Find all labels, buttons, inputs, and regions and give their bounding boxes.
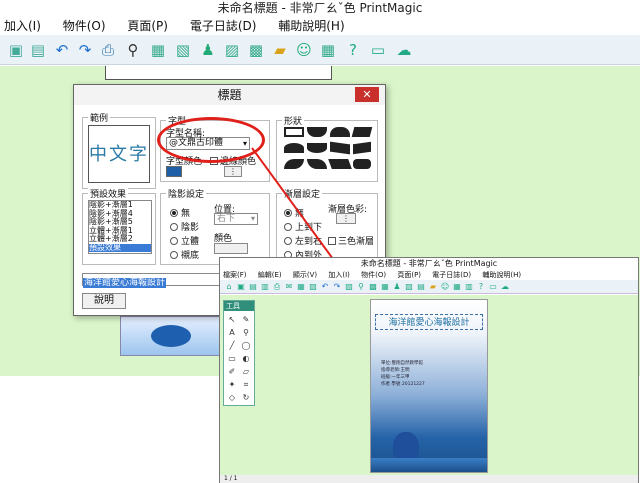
fill-icon[interactable]: ◐ <box>241 354 251 364</box>
save-icon[interactable]: ▥ <box>260 282 270 292</box>
paste-icon[interactable]: ▧ <box>308 282 318 292</box>
ellipse-icon[interactable]: ◯ <box>241 341 251 351</box>
table-icon[interactable]: ▤ <box>416 282 426 292</box>
eraser-icon[interactable]: ▱ <box>241 367 251 377</box>
poster-page[interactable]: 海洋館愛心海報設計 單位:豐翔自然教學館 指導老師:王明 班級:一年三甲 作者 … <box>370 299 488 473</box>
grid-icon[interactable]: ▦ <box>452 282 462 292</box>
chart-icon[interactable]: ▥ <box>464 282 474 292</box>
frame-icon[interactable]: ▦ <box>380 282 390 292</box>
open-icon[interactable]: ▤ <box>248 282 258 292</box>
photo-icon[interactable]: ▧ <box>404 282 414 292</box>
result-menu-edit[interactable]: 編輯(E) <box>258 271 282 279</box>
new-icon[interactable]: ▣ <box>236 282 246 292</box>
line-icon[interactable]: ╱ <box>227 341 237 351</box>
undo-icon[interactable]: ↶ <box>320 282 330 292</box>
result-menubar: 檔案(F) 編輯(E) 顯示(V) 加入(I) 物件(O) 頁面(P) 電子日誌… <box>220 270 638 280</box>
poster-line: 作者 學號 20121227 <box>381 382 425 387</box>
copy-icon[interactable]: ▦ <box>296 282 306 292</box>
cloud-icon[interactable]: ☁ <box>500 282 510 292</box>
monitor-icon[interactable]: ▭ <box>488 282 498 292</box>
result-menu-insert[interactable]: 加入(I) <box>328 271 350 279</box>
brush-icon[interactable]: ✐ <box>227 367 237 377</box>
rotate-icon[interactable]: ↻ <box>241 393 251 403</box>
result-menu-object[interactable]: 物件(O) <box>361 271 386 279</box>
folder-icon[interactable]: ▰ <box>428 282 438 292</box>
user-icon[interactable]: ☺ <box>440 282 450 292</box>
poster-title[interactable]: 海洋館愛心海報設計 <box>375 314 483 330</box>
help-icon[interactable]: ? <box>476 282 486 292</box>
result-menu-page[interactable]: 頁面(P) <box>397 271 421 279</box>
result-menu-file[interactable]: 檔案(F) <box>223 271 247 279</box>
picture-icon[interactable]: ▨ <box>344 282 354 292</box>
mail-icon[interactable]: ✉ <box>284 282 294 292</box>
shape-icon[interactable]: ◇ <box>227 393 237 403</box>
tool-panel-title: 工具 <box>224 301 254 311</box>
result-status-bar: 1 / 1 <box>220 475 638 483</box>
zoom-icon[interactable]: ⚲ <box>241 328 251 338</box>
result-menu-view[interactable]: 顯示(V) <box>293 271 317 279</box>
tool-panel: 工具 ↖ ✎ A ⚲ ╱ ◯ ▭ ◐ ✐ ▱ ✦ ⌗ ◇ ↻ <box>223 300 255 406</box>
person-icon[interactable]: ♟ <box>392 282 402 292</box>
wave-illustration <box>371 458 487 472</box>
result-window: 未命名標題 - 非常ㄏㄠˇ色 PrintMagic 檔案(F) 編輯(E) 顯示… <box>219 257 639 483</box>
page-indicator: 1 / 1 <box>224 475 238 482</box>
rect-icon[interactable]: ▭ <box>227 354 237 364</box>
redo-icon[interactable]: ↷ <box>332 282 342 292</box>
pencil-icon[interactable]: ✎ <box>241 315 251 325</box>
pointer-icon[interactable]: ↖ <box>227 315 237 325</box>
home-icon[interactable]: ⌂ <box>224 282 234 292</box>
poster-line: 班級:一年三甲 <box>381 375 410 380</box>
stamp-icon[interactable]: ✦ <box>227 380 237 390</box>
poster-line: 單位:豐翔自然教學館 <box>381 361 424 366</box>
image-icon[interactable]: ▩ <box>368 282 378 292</box>
text-icon[interactable]: A <box>227 328 237 338</box>
print-icon[interactable]: ⎙ <box>272 282 282 292</box>
crop-icon[interactable]: ⌗ <box>241 380 251 390</box>
poster-line: 指導老師:王明 <box>381 368 410 373</box>
result-menu-help[interactable]: 輔助說明(H) <box>482 271 521 279</box>
result-window-title: 未命名標題 - 非常ㄏㄠˇ色 PrintMagic <box>360 259 498 268</box>
result-menu-journal[interactable]: 電子日誌(D) <box>432 271 471 279</box>
search-icon[interactable]: ⚲ <box>356 282 366 292</box>
result-toolbar: ⌂ ▣ ▤ ▥ ⎙ ✉ ▦ ▧ ↶ ↷ ▨ ⚲ ▩ ▦ ♟ ▧ ▤ ▰ ☺ ▦ … <box>220 280 638 294</box>
